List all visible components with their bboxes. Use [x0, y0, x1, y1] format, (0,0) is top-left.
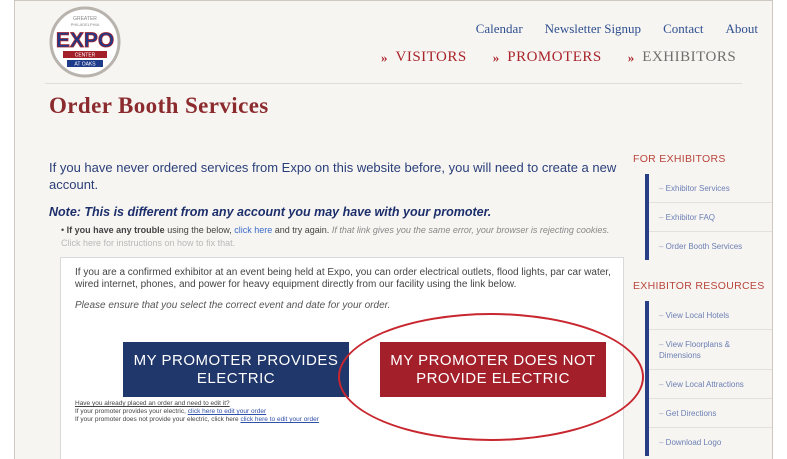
edit-order-line-not-provide: If your promoter does not provide your e…	[75, 416, 319, 424]
sidebar-item-directions[interactable]: Get Directions	[649, 399, 772, 428]
svg-text:EXPO: EXPO	[56, 29, 114, 52]
exhibitor-links: Exhibitor Services Exhibitor FAQ Order B…	[645, 174, 772, 260]
newsletter-signup-link[interactable]: Newsletter Signup	[545, 21, 641, 37]
utility-nav: Calendar Newsletter Signup Contact About	[476, 21, 758, 37]
edit-order-text-not-provide: If your promoter does not provide your e…	[75, 416, 241, 423]
calendar-link[interactable]: Calendar	[476, 21, 523, 37]
trouble-bullet: • If you have any trouble using the belo…	[61, 224, 621, 250]
account-note: Note: This is different from any account…	[49, 205, 492, 219]
select-event-notice: Please ensure that you select the correc…	[75, 300, 391, 311]
resource-links: View Local Hotels View Floorplans & Dime…	[645, 301, 772, 456]
about-link[interactable]: About	[726, 21, 759, 37]
nav-exhibitors-label: EXHIBITORS	[642, 49, 737, 65]
sidebar: FOR EXHIBITORS Exhibitor Services Exhibi…	[633, 151, 772, 456]
edit-order-question: Have you already placed an order and nee…	[75, 400, 230, 407]
sidebar-item-order-booth-services[interactable]: Order Booth Services	[649, 232, 772, 260]
page-title: Order Booth Services	[49, 93, 269, 118]
promoter-provides-electric-button[interactable]: MY PROMOTER PROVIDES ELECTRIC	[123, 342, 349, 397]
edit-order-line-provides: If your promoter provides your electric,…	[75, 408, 319, 416]
nav-visitors-label: VISITORS	[395, 49, 467, 65]
trouble-label: If you have any trouble	[66, 225, 165, 235]
click-here-link[interactable]: click here	[234, 225, 272, 235]
for-exhibitors-heading: FOR EXHIBITORS	[633, 153, 726, 165]
double-chevron-icon: »	[492, 49, 499, 65]
exhibitor-resources-heading: EXHIBITOR RESOURCES	[633, 280, 765, 292]
trouble-text: using the below,	[164, 225, 235, 235]
cookie-warning-text: If that link gives you the same error, y…	[331, 225, 610, 235]
svg-text:PHILADELPHIA: PHILADELPHIA	[71, 22, 100, 27]
edit-order-link-provides[interactable]: click here to edit your order	[188, 408, 266, 415]
intro-text: If you have never ordered services from …	[49, 160, 617, 192]
sidebar-item-local-hotels[interactable]: View Local Hotels	[649, 301, 772, 330]
edit-order-links: Have you already placed an order and nee…	[75, 400, 319, 424]
try-again-text: and try again.	[272, 225, 332, 235]
sidebar-item-exhibitor-faq[interactable]: Exhibitor FAQ	[649, 203, 772, 232]
header-divider	[45, 83, 742, 84]
nav-visitors[interactable]: » VISITORS	[381, 49, 467, 66]
cookie-fix-link[interactable]: Click here for instructions on how to fi…	[61, 238, 235, 248]
edit-order-text-provides: If your promoter provides your electric,	[75, 408, 188, 415]
sidebar-item-exhibitor-services[interactable]: Exhibitor Services	[649, 174, 772, 203]
nav-exhibitors[interactable]: » EXHIBITORS	[628, 49, 736, 66]
nav-promoters-label: PROMOTERS	[507, 49, 602, 65]
sidebar-item-local-attractions[interactable]: View Local Attractions	[649, 370, 772, 399]
svg-text:AT OAKS: AT OAKS	[74, 62, 96, 68]
main-nav: » VISITORS » PROMOTERS » EXHIBITORS	[381, 49, 736, 66]
expo-center-logo[interactable]: GREATER PHILADELPHIA EXPO CENTER AT OAKS	[45, 5, 125, 79]
highlight-circle-annotation	[338, 313, 644, 441]
exhibitor-info-text: If you are a confirmed exhibitor at an e…	[75, 267, 611, 290]
double-chevron-icon: »	[381, 49, 387, 65]
sidebar-item-download-logo[interactable]: Download Logo	[649, 428, 772, 456]
svg-text:CENTER: CENTER	[75, 53, 96, 59]
contact-link[interactable]: Contact	[663, 21, 703, 37]
sidebar-item-floorplans[interactable]: View Floorplans & Dimensions	[649, 330, 772, 370]
browser-page: GREATER PHILADELPHIA EXPO CENTER AT OAKS…	[14, 0, 773, 459]
nav-promoters[interactable]: » PROMOTERS	[493, 49, 602, 66]
edit-order-link-not-provide[interactable]: click here to edit your order	[240, 416, 318, 423]
double-chevron-icon: »	[627, 49, 634, 65]
